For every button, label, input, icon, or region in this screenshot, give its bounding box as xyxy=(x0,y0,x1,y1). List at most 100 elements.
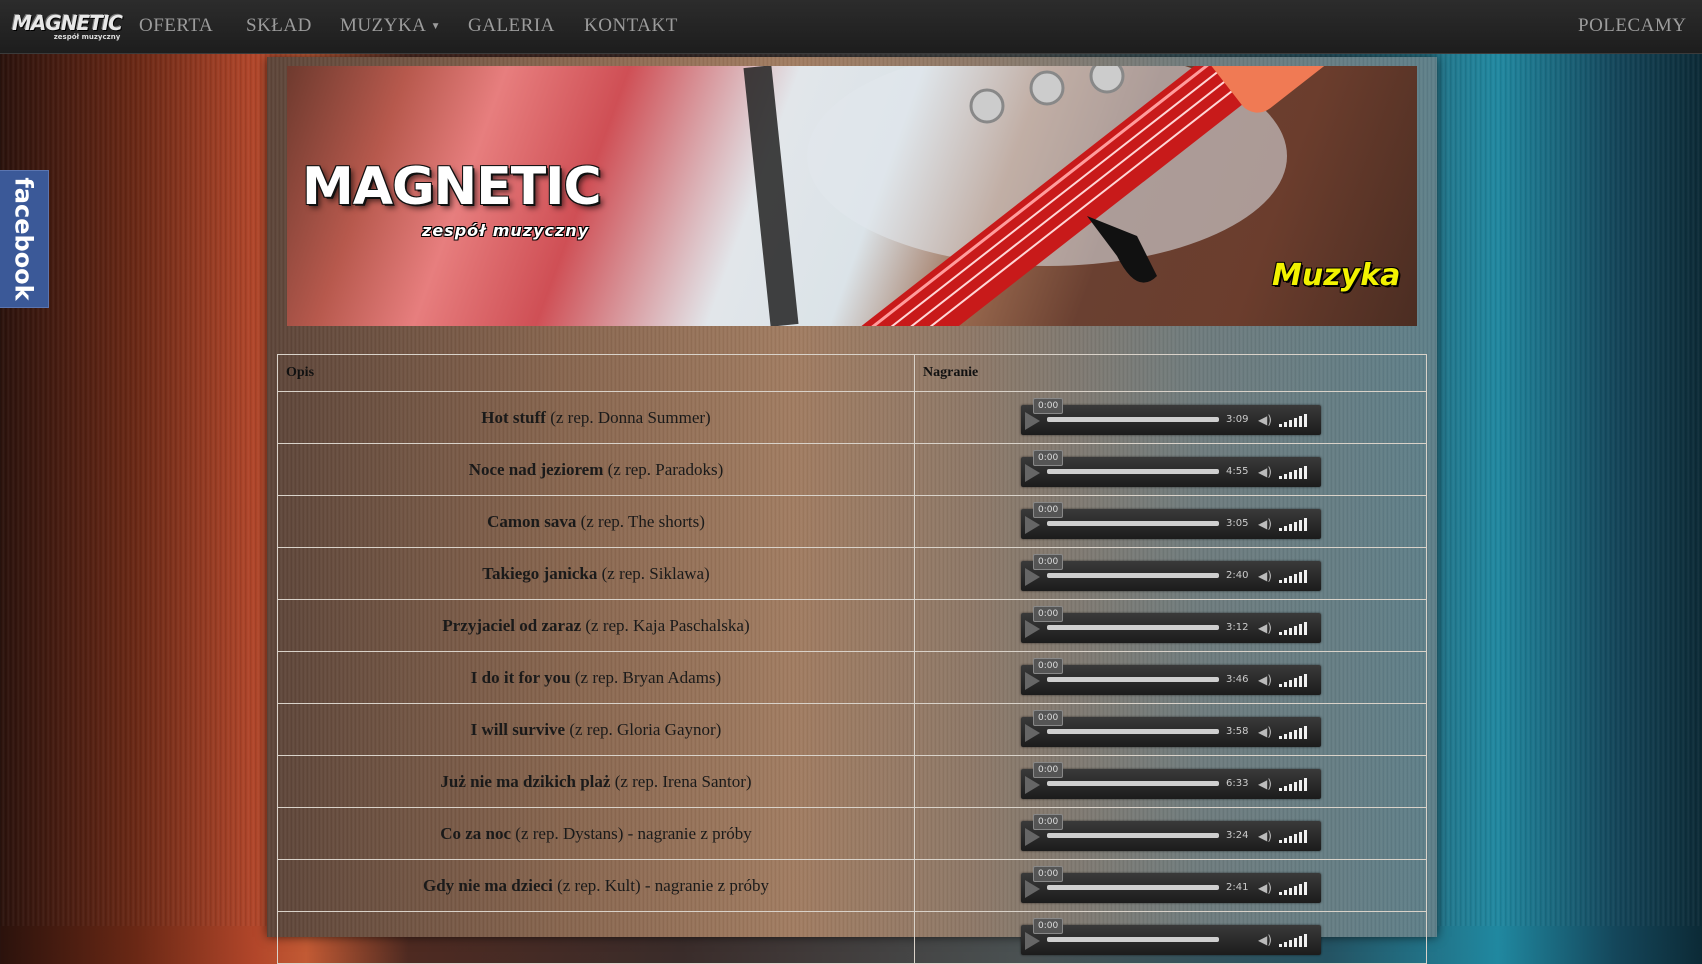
facebook-tab[interactable]: facebook xyxy=(0,170,49,308)
nav-polecamy[interactable]: POLECAMY xyxy=(1578,15,1687,37)
seek-bar[interactable] xyxy=(1047,781,1219,786)
table-row: Takiego janicka (z rep. Siklawa) 0:00 2:… xyxy=(277,547,1427,600)
main-content: MAGNETIC zespół muzyczny Muzyka Opis Nag… xyxy=(267,57,1437,964)
audio-player: 0:00 4:55 ◀) xyxy=(1021,450,1321,487)
table-row: 0:00 ◀) xyxy=(277,911,1427,964)
play-icon[interactable] xyxy=(1025,412,1040,430)
speaker-icon[interactable]: ◀) xyxy=(1258,621,1272,635)
table-row: Hot stuff (z rep. Donna Summer) 0:00 3:0… xyxy=(277,391,1427,444)
play-icon[interactable] xyxy=(1025,516,1040,534)
current-time: 0:00 xyxy=(1033,710,1064,726)
speaker-icon[interactable]: ◀) xyxy=(1258,517,1272,531)
seek-bar[interactable] xyxy=(1047,833,1219,838)
speaker-icon[interactable]: ◀) xyxy=(1258,413,1272,427)
duration: 3:05 xyxy=(1226,518,1249,529)
play-icon[interactable] xyxy=(1025,828,1040,846)
song-description: Już nie ma dzikich plaż (z rep. Irena Sa… xyxy=(277,755,915,808)
volume-bars-icon[interactable] xyxy=(1279,621,1313,635)
table-row: Przyjaciel od zaraz (z rep. Kaja Paschal… xyxy=(277,599,1427,652)
table-row: Co za noc (z rep. Dystans) - nagranie z … xyxy=(277,807,1427,860)
song-artist: (z rep. Irena Santor) xyxy=(614,771,752,791)
current-time: 0:00 xyxy=(1033,554,1064,570)
nav-kontakt[interactable]: KONTAKT xyxy=(584,15,678,37)
song-artist: (z rep. Kaja Paschalska) xyxy=(585,615,750,635)
seek-bar[interactable] xyxy=(1047,677,1219,682)
speaker-icon[interactable]: ◀) xyxy=(1258,673,1272,687)
duration: 2:41 xyxy=(1226,882,1249,893)
seek-bar[interactable] xyxy=(1047,521,1219,526)
speaker-icon[interactable]: ◀) xyxy=(1258,725,1272,739)
duration: 3:09 xyxy=(1226,414,1249,425)
song-description: Hot stuff (z rep. Donna Summer) xyxy=(277,391,915,444)
nav-galeria[interactable]: GALERIA xyxy=(468,15,555,37)
song-artist: (z rep. Kult) xyxy=(557,875,641,895)
speaker-icon[interactable]: ◀) xyxy=(1258,881,1272,895)
audio-player: 0:00 3:24 ◀) xyxy=(1021,814,1321,851)
play-icon[interactable] xyxy=(1025,932,1040,950)
banner-caption: Muzyka xyxy=(1272,258,1401,293)
nav-muzyka[interactable]: MUZYKA ▼ xyxy=(340,15,441,37)
volume-bars-icon[interactable] xyxy=(1279,517,1313,531)
volume-bars-icon[interactable] xyxy=(1279,465,1313,479)
volume-bars-icon[interactable] xyxy=(1279,933,1313,947)
header-nagranie: Nagranie xyxy=(914,354,1427,392)
duration: 3:46 xyxy=(1226,674,1249,685)
current-time: 0:00 xyxy=(1033,502,1064,518)
table-row: Camon sava (z rep. The shorts) 0:00 3:05… xyxy=(277,495,1427,548)
current-time: 0:00 xyxy=(1033,606,1064,622)
volume-bars-icon[interactable] xyxy=(1279,725,1313,739)
seek-bar[interactable] xyxy=(1047,469,1219,474)
song-recording: 0:00 2:40 ◀) xyxy=(914,547,1427,600)
seek-bar[interactable] xyxy=(1047,729,1219,734)
duration: 6:33 xyxy=(1226,778,1249,789)
song-title: Camon sava xyxy=(487,511,577,531)
volume-bars-icon[interactable] xyxy=(1279,829,1313,843)
current-time: 0:00 xyxy=(1033,658,1064,674)
volume-bars-icon[interactable] xyxy=(1279,413,1313,427)
speaker-icon[interactable]: ◀) xyxy=(1258,933,1272,947)
seek-bar[interactable] xyxy=(1047,573,1219,578)
play-icon[interactable] xyxy=(1025,776,1040,794)
audio-player: 0:00 ◀) xyxy=(1021,918,1321,955)
song-artist: (z rep. Bryan Adams) xyxy=(574,667,722,687)
brand-logo[interactable]: MAGNETIC zespół muzyczny xyxy=(6,11,128,43)
speaker-icon[interactable]: ◀) xyxy=(1258,569,1272,583)
song-artist: (z rep. Paradoks) xyxy=(607,459,724,479)
song-title: Co za noc xyxy=(440,823,512,843)
play-icon[interactable] xyxy=(1025,724,1040,742)
seek-bar[interactable] xyxy=(1047,625,1219,630)
nav-sklad[interactable]: SKŁAD xyxy=(246,15,312,37)
table-row: Gdy nie ma dzieci (z rep. Kult) - nagran… xyxy=(277,859,1427,912)
current-time: 0:00 xyxy=(1033,450,1064,466)
speaker-icon[interactable]: ◀) xyxy=(1258,465,1272,479)
play-icon[interactable] xyxy=(1025,880,1040,898)
song-title: Gdy nie ma dzieci xyxy=(422,875,553,895)
volume-bars-icon[interactable] xyxy=(1279,881,1313,895)
volume-bars-icon[interactable] xyxy=(1279,673,1313,687)
play-icon[interactable] xyxy=(1025,620,1040,638)
speaker-icon[interactable]: ◀) xyxy=(1258,829,1272,843)
header-opis: Opis xyxy=(277,354,915,392)
song-note: - nagranie z próby xyxy=(623,823,752,843)
volume-bars-icon[interactable] xyxy=(1279,569,1313,583)
song-description: Takiego janicka (z rep. Siklawa) xyxy=(277,547,915,600)
song-title: Hot stuff xyxy=(481,407,546,427)
table-row: I do it for you (z rep. Bryan Adams) 0:0… xyxy=(277,651,1427,704)
audio-player: 0:00 3:05 ◀) xyxy=(1021,502,1321,539)
play-icon[interactable] xyxy=(1025,568,1040,586)
audio-player: 0:00 3:46 ◀) xyxy=(1021,658,1321,695)
volume-bars-icon[interactable] xyxy=(1279,777,1313,791)
song-title: Już nie ma dzikich plaż xyxy=(440,771,611,791)
current-time: 0:00 xyxy=(1033,814,1064,830)
play-icon[interactable] xyxy=(1025,672,1040,690)
seek-bar[interactable] xyxy=(1047,417,1219,422)
play-icon[interactable] xyxy=(1025,464,1040,482)
seek-bar[interactable] xyxy=(1047,885,1219,890)
speaker-icon[interactable]: ◀) xyxy=(1258,777,1272,791)
song-recording: 0:00 ◀) xyxy=(914,911,1427,964)
seek-bar[interactable] xyxy=(1047,937,1219,942)
song-artist: (z rep. Siklawa) xyxy=(601,563,710,583)
nav-oferta[interactable]: OFERTA xyxy=(139,15,213,37)
song-recording: 0:00 3:58 ◀) xyxy=(914,703,1427,756)
table-header-row: Opis Nagranie xyxy=(277,354,1427,392)
